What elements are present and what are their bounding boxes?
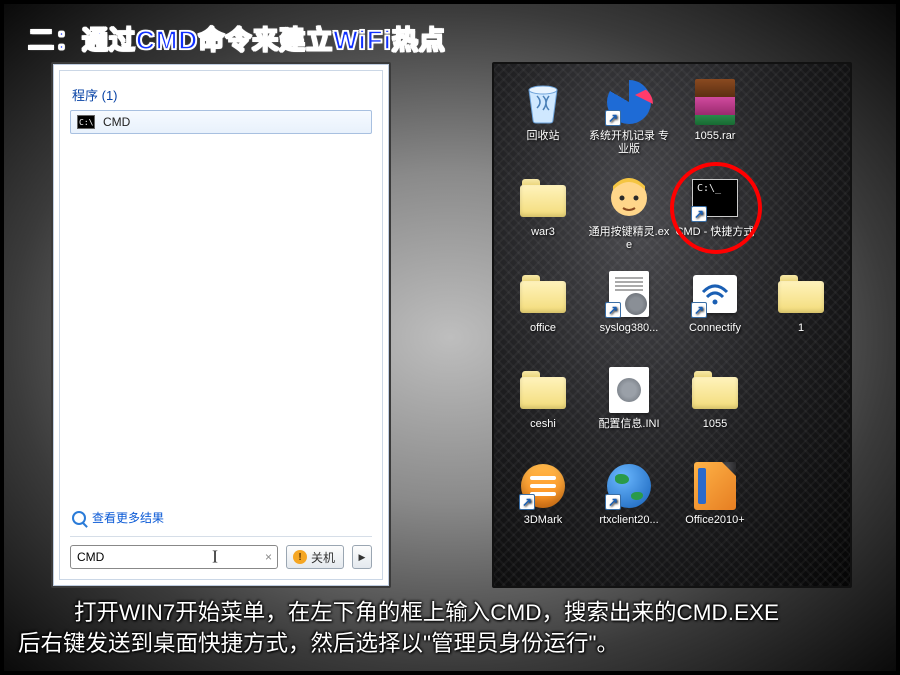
rtxclient-icon: ↗ <box>605 462 653 510</box>
desktop-icon-office2010[interactable]: Office2010+ <box>672 462 758 554</box>
shortcut-arrow-icon: ↗ <box>691 302 707 318</box>
desktop-icon-label: ceshi <box>530 418 556 431</box>
see-more-results-link[interactable]: 查看更多结果 <box>70 503 372 536</box>
clear-search-button[interactable]: × <box>265 550 272 564</box>
desktop-icon-rar-file[interactable]: 1055.rar <box>672 78 758 170</box>
3dmark-icon: ↗ <box>519 462 567 510</box>
ceshi-folder-icon <box>519 366 567 414</box>
desktop-icon-label: war3 <box>531 226 555 239</box>
desktop-icon-syslog[interactable]: ↗ syslog380... <box>586 270 672 362</box>
shortcut-arrow-icon: ↗ <box>605 494 621 510</box>
war3-folder-icon <box>519 174 567 222</box>
shutdown-label: 关机 <box>311 549 335 566</box>
shutdown-button[interactable]: ! 关机 <box>286 545 344 569</box>
page-title: 二：通过CMD命令来建立WiFi热点 <box>28 20 446 57</box>
desktop-icon-label: 回收站 <box>527 130 560 143</box>
desktop-icon-label: office <box>530 322 556 335</box>
start-menu-panel: 程序 (1) C:\ CMD 查看更多结果 I × ! 关机 <box>51 62 391 588</box>
rar-file-icon <box>691 78 739 126</box>
text-cursor-icon: I <box>212 547 218 568</box>
desktop-icon-label: 系统开机记录 专业版 <box>588 130 670 155</box>
office-folder-icon <box>519 270 567 318</box>
desktop-icon-label: 1055 <box>703 418 727 431</box>
connectify-icon: ↗ <box>691 270 739 318</box>
desktop-icon-recycle-bin[interactable]: 回收站 <box>500 78 586 170</box>
shortcut-arrow-icon: ↗ <box>691 206 707 222</box>
shortcut-arrow-icon: ↗ <box>605 302 621 318</box>
desktop-icon-label: 配置信息.INI <box>598 418 659 431</box>
folder-1055-icon <box>691 366 739 414</box>
search-input[interactable] <box>70 545 278 569</box>
program-result-cmd[interactable]: C:\ CMD <box>70 110 372 134</box>
instruction-caption: 打开WIN7开始菜单，在左下角的框上输入CMD，搜索出来的CMD.EXE 后右键… <box>4 594 892 665</box>
programs-header: 程序 (1) <box>70 81 372 110</box>
desktop-icon-cmd-shortcut[interactable]: C:\_↗ CMD - 快捷方式 <box>672 174 758 266</box>
desktop-icon-label: CMD - 快捷方式 <box>676 226 755 239</box>
keypress-wizard-icon <box>605 174 653 222</box>
shortcut-arrow-icon: ↗ <box>519 494 535 510</box>
desktop-icon-folder-1055[interactable]: 1055 <box>672 366 758 458</box>
desktop-icon-label: syslog380... <box>600 322 659 335</box>
desktop-panel: 回收站↗系统开机记录 专业版1055.rarwar3通用按键精灵.exeC:\_… <box>492 62 852 588</box>
power-icon: ! <box>293 550 307 564</box>
recycle-bin-icon <box>519 78 567 126</box>
search-icon <box>72 511 86 525</box>
desktop-icon-3dmark[interactable]: ↗ 3DMark <box>500 462 586 554</box>
office2010-icon <box>691 462 739 510</box>
desktop-icon-rtxclient[interactable]: ↗ rtxclient20... <box>586 462 672 554</box>
desktop-icon-label: rtxclient20... <box>599 514 658 527</box>
boot-recorder-icon: ↗ <box>605 78 653 126</box>
desktop-icon-label: Office2010+ <box>685 514 744 527</box>
desktop-icon-connectify[interactable]: ↗ Connectify <box>672 270 758 362</box>
desktop-icon-label: 1055.rar <box>695 130 736 143</box>
desktop-icon-keypress-wizard[interactable]: 通用按键精灵.exe <box>586 174 672 266</box>
shutdown-options-button[interactable]: ▶ <box>352 545 372 569</box>
cmd-shortcut-icon: C:\_↗ <box>691 174 739 222</box>
desktop-icon-label: Connectify <box>689 322 741 335</box>
syslog-icon: ↗ <box>605 270 653 318</box>
cmd-icon: C:\ <box>77 115 95 129</box>
desktop-icon-war3-folder[interactable]: war3 <box>500 174 586 266</box>
desktop-icon-label: 1 <box>798 322 804 335</box>
desktop-icon-ceshi-folder[interactable]: ceshi <box>500 366 586 458</box>
desktop-icon-folder-1[interactable]: 1 <box>758 270 844 362</box>
shortcut-arrow-icon: ↗ <box>605 110 621 126</box>
program-label: CMD <box>103 115 130 129</box>
folder-1-icon <box>777 270 825 318</box>
desktop-icon-office-folder[interactable]: office <box>500 270 586 362</box>
config-ini-icon <box>605 366 653 414</box>
desktop-icon-label: 通用按键精灵.exe <box>588 226 670 251</box>
desktop-icon-label: 3DMark <box>524 514 563 527</box>
desktop-icon-boot-recorder[interactable]: ↗ 系统开机记录 专业版 <box>586 78 672 170</box>
desktop-icon-config-ini[interactable]: 配置信息.INI <box>586 366 672 458</box>
more-results-label: 查看更多结果 <box>92 509 164 526</box>
